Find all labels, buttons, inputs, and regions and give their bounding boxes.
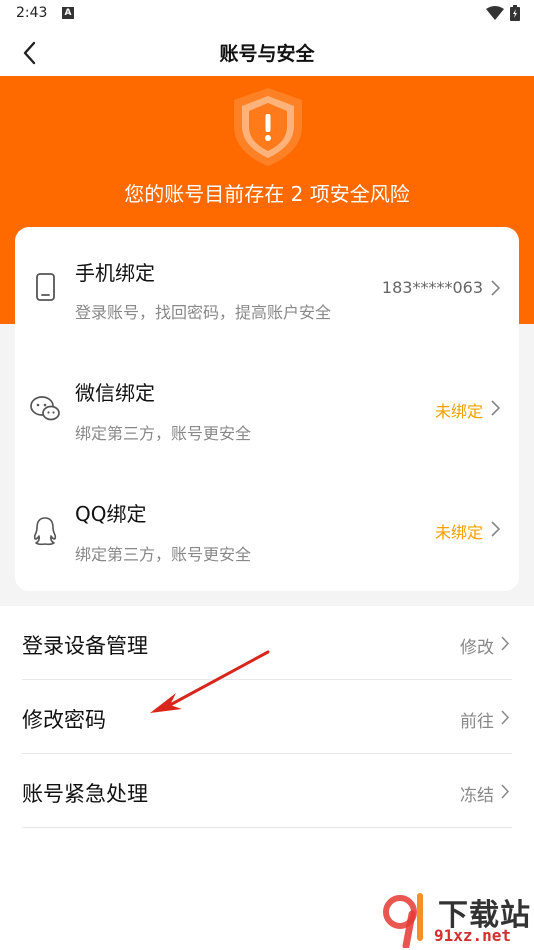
menu-action: 冻结 xyxy=(460,786,494,806)
qq-status-value: 未绑定 xyxy=(434,523,483,542)
chevron-right-icon xyxy=(501,710,510,725)
binding-card: 手机绑定 登录账号，找回密码，提高账户安全 183*****063 微信绑定 绑… xyxy=(15,227,519,591)
red-arrow-annotation xyxy=(150,650,270,713)
phone-icon xyxy=(36,273,55,301)
chevron-right-icon xyxy=(491,400,501,416)
phone-binding-title: 手机绑定 xyxy=(75,261,155,285)
watermark: 下载站 91xz.net xyxy=(376,888,532,948)
page-title: 账号与安全 xyxy=(219,43,315,65)
wechat-binding-title: 微信绑定 xyxy=(75,381,155,405)
menu-label: 修改密码 xyxy=(22,708,106,732)
wechat-icon xyxy=(30,396,60,421)
qq-icon xyxy=(33,517,57,546)
status-bar: 2:43 A xyxy=(0,0,534,28)
wechat-binding-subtitle: 绑定第三方，账号更安全 xyxy=(75,424,252,443)
chevron-right-icon xyxy=(501,784,510,799)
chevron-right-icon xyxy=(491,521,501,537)
watermark-logo-icon xyxy=(383,893,423,948)
nav-bar: 账号与安全 xyxy=(0,28,534,76)
chevron-right-icon xyxy=(501,636,510,651)
phone-binding-row[interactable]: 手机绑定 登录账号，找回密码，提高账户安全 183*****063 xyxy=(15,227,519,347)
wifi-icon xyxy=(486,6,504,20)
account-emergency-row[interactable]: 账号紧急处理 冻结 xyxy=(22,754,512,828)
watermark-domain: 91xz.net xyxy=(434,926,512,945)
phone-number-value: 183*****063 xyxy=(381,278,483,297)
risk-message: 您的账号目前存在 2 项安全风险 xyxy=(124,182,410,206)
menu-label: 账号紧急处理 xyxy=(22,782,148,806)
status-time: 2:43 xyxy=(16,5,48,21)
qq-binding-row[interactable]: QQ绑定 绑定第三方，账号更安全 未绑定 xyxy=(15,467,519,587)
status-icons xyxy=(486,5,520,21)
battery-icon xyxy=(510,5,520,21)
wechat-status-value: 未绑定 xyxy=(434,402,483,421)
shield-warning-icon xyxy=(234,88,302,166)
chevron-right-icon xyxy=(491,280,501,296)
phone-binding-subtitle: 登录账号，找回密码，提高账户安全 xyxy=(75,303,332,322)
wechat-binding-row[interactable]: 微信绑定 绑定第三方，账号更安全 未绑定 xyxy=(15,347,519,467)
menu-action: 前往 xyxy=(460,712,494,732)
notification-badge: A xyxy=(62,7,74,19)
menu-action: 修改 xyxy=(460,638,494,658)
qq-binding-subtitle: 绑定第三方，账号更安全 xyxy=(75,545,252,564)
qq-binding-title: QQ绑定 xyxy=(75,502,147,526)
menu-label: 登录设备管理 xyxy=(22,634,148,658)
